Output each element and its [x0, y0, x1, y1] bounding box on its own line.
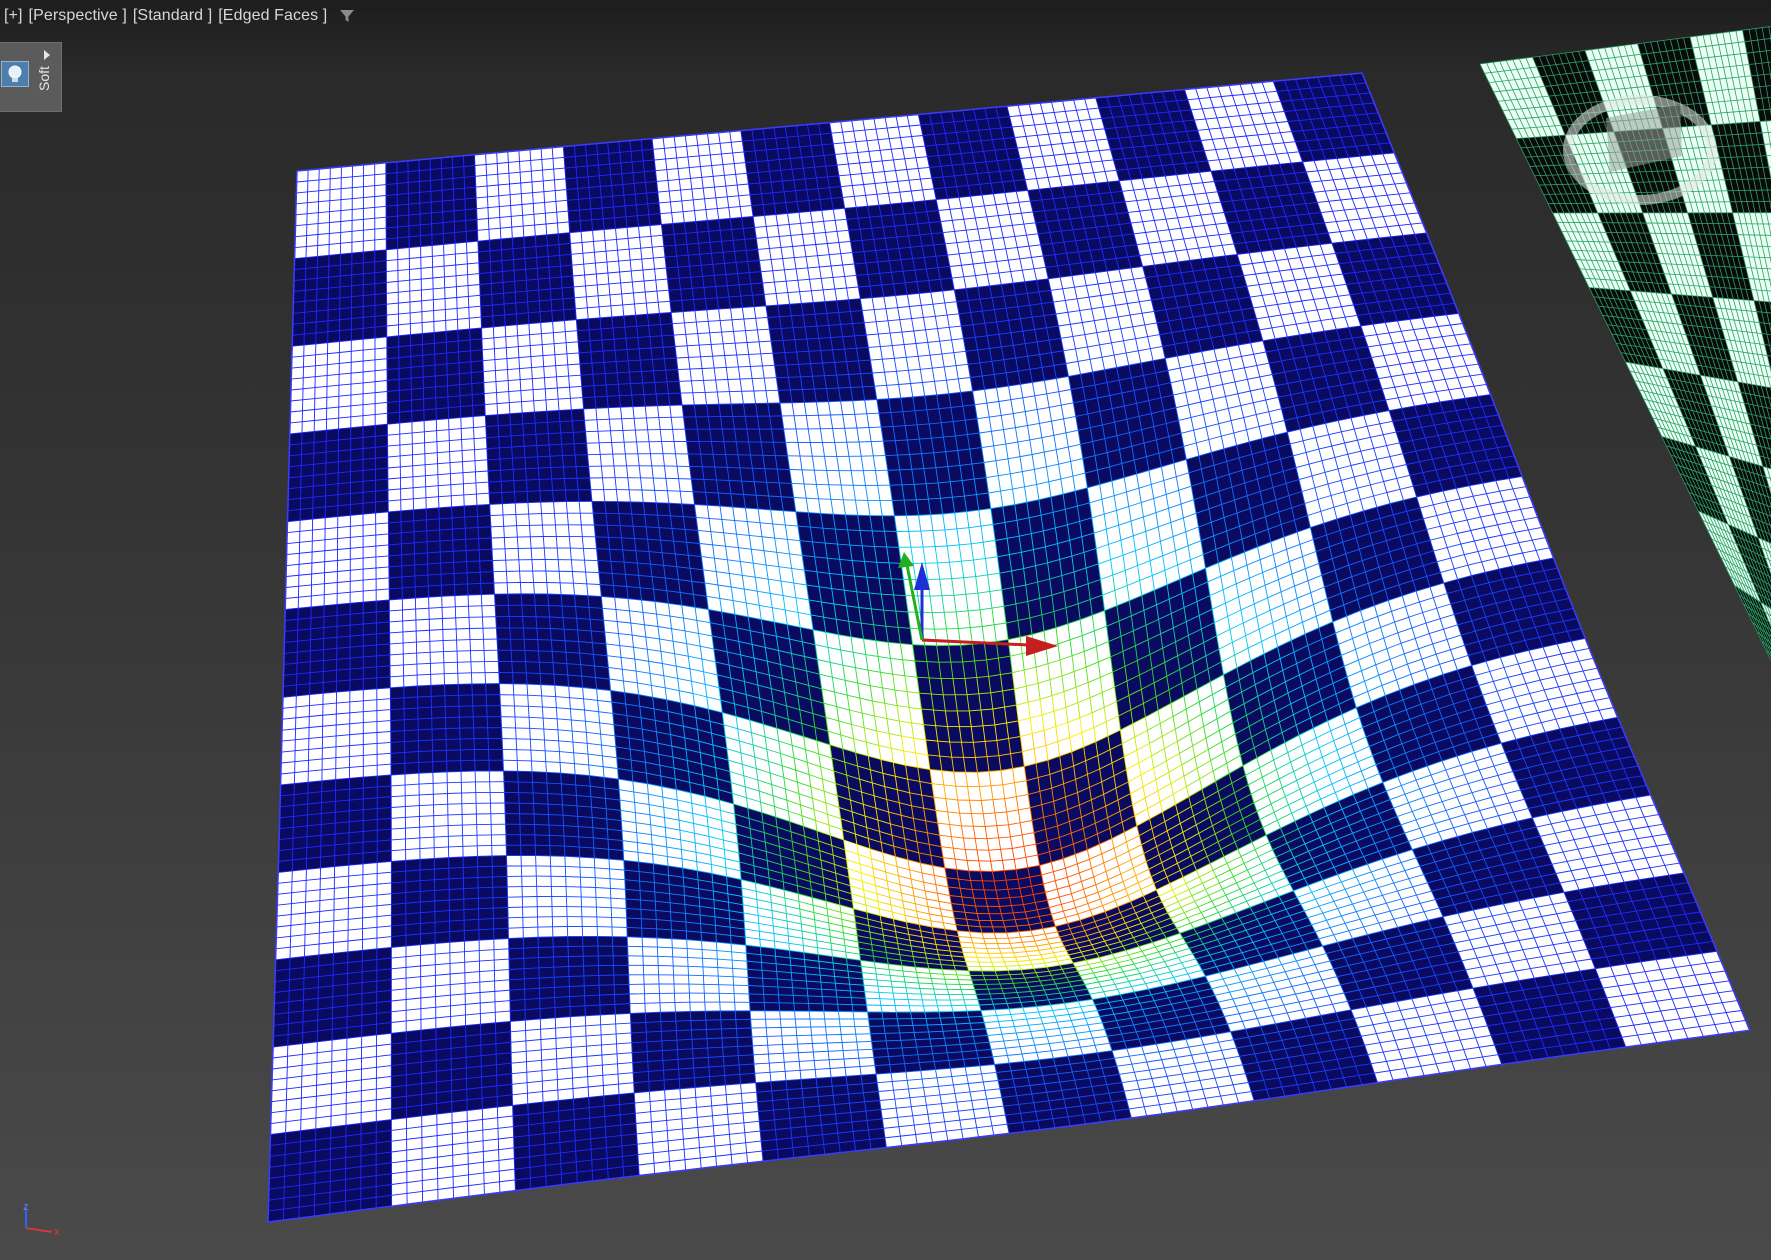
axis-z-label: z	[23, 1202, 29, 1213]
soft-selection-panel: Soft	[0, 42, 62, 112]
axis-x-label: x	[54, 1226, 60, 1236]
axis-tripod-icon: x z	[23, 1202, 60, 1236]
viewport-display-menu[interactable]: [Edged Faces ]	[218, 7, 327, 25]
scene-canvas[interactable]	[0, 0, 1771, 1260]
viewport-plus-menu[interactable]: [+]	[4, 7, 23, 25]
funnel-filter-icon[interactable]	[339, 8, 355, 24]
light-bulb-icon[interactable]	[1, 61, 29, 87]
viewport-perspective[interactable]: [+] [Perspective ] [Standard ] [Edged Fa…	[0, 0, 1771, 1260]
soft-panel-label: Soft	[36, 66, 52, 91]
viewport-view-menu[interactable]: [Perspective ]	[29, 7, 127, 25]
main-plane[interactable]	[267, 72, 1751, 1223]
triangle-right-icon[interactable]	[44, 50, 50, 60]
viewport-shading-menu[interactable]: [Standard ]	[133, 7, 212, 25]
viewport-label-bar: [+] [Perspective ] [Standard ] [Edged Fa…	[4, 6, 355, 26]
